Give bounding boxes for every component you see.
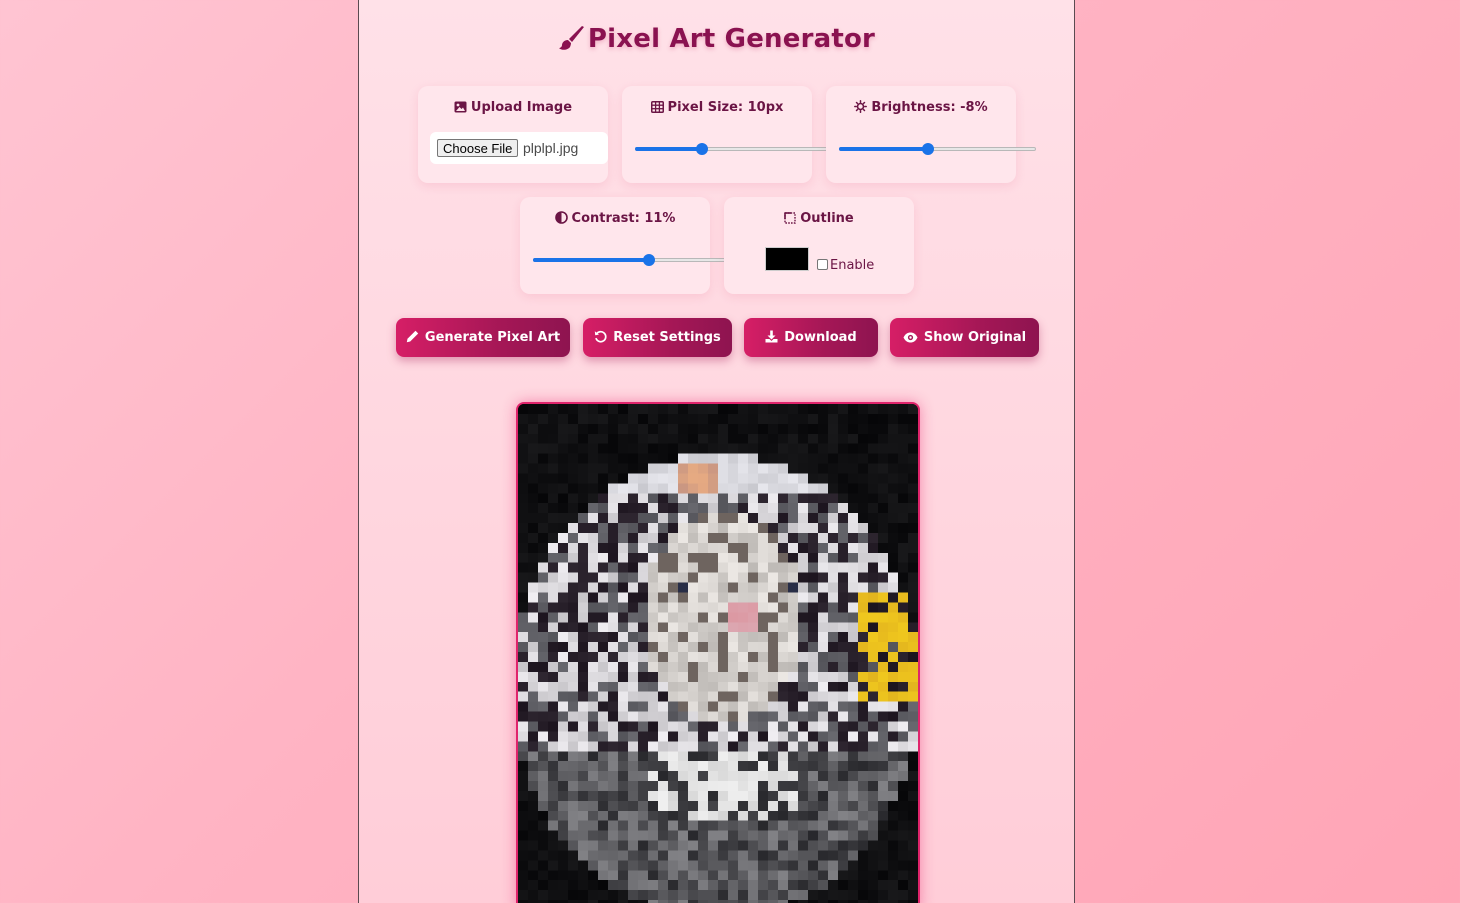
contrast-label: Contrast: 11%	[520, 211, 710, 226]
pixel-size-label: Pixel Size: 10px	[622, 100, 812, 115]
outline-enable-toggle[interactable]: Enable	[817, 258, 874, 273]
slider-thumb[interactable]	[643, 254, 656, 266]
pixel-size-slider[interactable]	[635, 143, 832, 155]
show-original-button[interactable]: Show Original	[890, 318, 1039, 357]
undo-icon	[595, 330, 607, 343]
download-icon	[765, 330, 778, 343]
page-title: Pixel Art Generator	[359, 24, 1074, 54]
image-icon	[454, 101, 467, 113]
slider-fill	[635, 147, 702, 151]
brightness-slider[interactable]	[839, 143, 1036, 155]
reset-settings-button[interactable]: Reset Settings	[583, 318, 732, 357]
pencil-icon	[406, 330, 419, 343]
brightness-label: Brightness: -8%	[826, 100, 1016, 115]
contrast-icon	[554, 211, 568, 224]
pixel-size-card: Pixel Size: 10px	[622, 86, 832, 183]
generate-pixel-art-button[interactable]: Generate Pixel Art	[396, 318, 570, 357]
outline-enable-label: Enable	[830, 258, 875, 273]
sun-icon	[854, 100, 868, 113]
slider-fill	[839, 147, 928, 151]
download-button[interactable]: Download	[744, 318, 878, 357]
upload-label: Upload Image	[418, 100, 608, 115]
paintbrush-icon	[558, 26, 584, 50]
grid-icon	[650, 101, 664, 113]
file-input[interactable]: Choose File plplpl.jpg	[430, 132, 608, 164]
outline-square-icon	[784, 212, 796, 224]
outline-enable-checkbox[interactable]	[817, 259, 828, 270]
upload-card: Upload Image Choose File plplpl.jpg	[418, 86, 608, 183]
pixel-art-canvas	[516, 402, 920, 903]
choose-file-button[interactable]: Choose File	[437, 139, 519, 157]
contrast-card: Contrast: 11%	[520, 197, 730, 294]
file-name: plplpl.jpg	[523, 140, 579, 156]
outline-card: Outline Enable	[724, 197, 914, 294]
outline-color-picker[interactable]	[765, 247, 809, 271]
page-title-text: Pixel Art Generator	[587, 24, 876, 54]
slider-thumb[interactable]	[921, 143, 934, 155]
outline-label: Outline	[724, 211, 914, 226]
contrast-slider[interactable]	[533, 254, 730, 266]
eye-icon	[903, 332, 918, 343]
slider-thumb[interactable]	[695, 143, 708, 155]
pixelated-cat-image	[518, 404, 918, 903]
brightness-card: Brightness: -8%	[826, 86, 1036, 183]
slider-fill	[533, 258, 650, 262]
